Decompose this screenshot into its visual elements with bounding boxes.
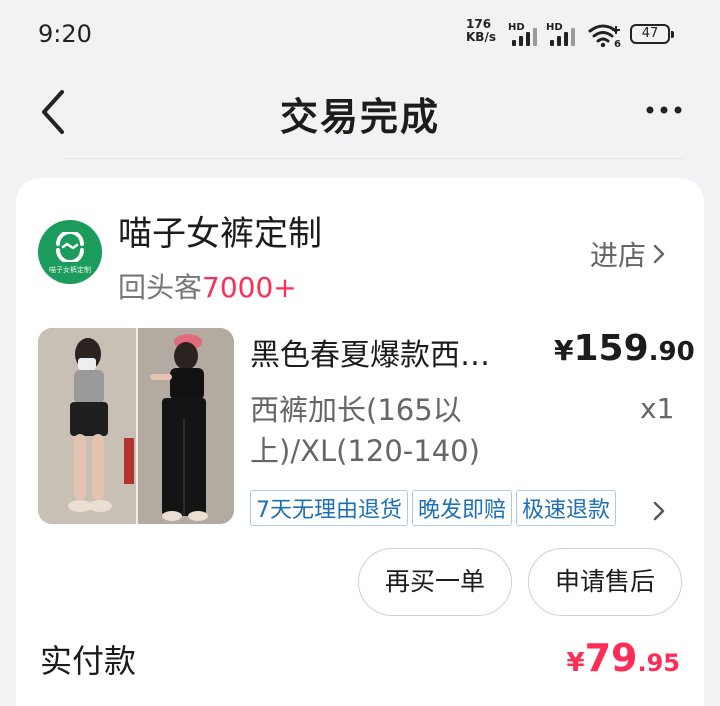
nav-bar: 交易完成 <box>0 66 720 158</box>
after-sale-button[interactable]: 申请售后 <box>528 548 682 616</box>
paid-amount: ¥79.95 <box>567 636 681 680</box>
product-price-integer: 159 <box>573 328 649 369</box>
product-price-decimal: .90 <box>648 337 695 367</box>
shop-logo-mark-icon <box>56 232 84 262</box>
repeat-customers-label: 回头客 <box>118 271 203 304</box>
buy-again-button[interactable]: 再买一单 <box>358 548 512 616</box>
status-bar: 9:20 176 KB/s HD HD 6 47 <box>0 0 720 66</box>
svg-text:6: 6 <box>614 39 621 48</box>
enter-shop-link[interactable]: 进店 <box>590 234 666 274</box>
shop-name[interactable]: 喵子女裤定制 <box>118 206 322 255</box>
shop-logo-text: 喵子女裤定制 <box>49 266 91 274</box>
enter-shop-label: 进店 <box>590 239 647 272</box>
product-image[interactable] <box>38 328 234 524</box>
chevron-right-icon <box>653 501 665 521</box>
product-price-currency: ¥ <box>554 334 574 367</box>
product-quantity: x1 <box>640 392 675 425</box>
order-card: 喵子女裤定制 喵子女裤定制 回头客7000+ 进店 黑色春夏爆款西… ¥159.… <box>16 178 704 706</box>
cell-signal-2-icon: HD <box>546 22 582 46</box>
more-button[interactable] <box>640 94 688 126</box>
service-tag: 7天无理由退货 <box>250 490 408 526</box>
status-time: 9:20 <box>38 20 92 48</box>
service-tag: 晚发即赔 <box>412 490 513 526</box>
repeat-customers-count: 7000+ <box>202 271 297 304</box>
shop-logo[interactable]: 喵子女裤定制 <box>38 220 102 284</box>
product-price: ¥159.90 <box>554 328 695 369</box>
wifi-icon: 6 <box>588 22 622 50</box>
product-title[interactable]: 黑色春夏爆款西… <box>250 330 540 374</box>
battery-icon: 47 <box>630 24 674 44</box>
product-spec: 西裤加长(165以上)/XL(120-140) <box>250 393 480 468</box>
service-tag: 极速退款 <box>516 490 617 526</box>
paid-amount-integer: 79 <box>584 636 638 680</box>
network-speed-unit: KB/s <box>466 30 496 44</box>
service-tags-expand[interactable] <box>652 500 666 526</box>
service-tags: 7天无理由退货 晚发即赔 极速退款 <box>250 490 617 526</box>
paid-amount-label: 实付款 <box>40 642 137 680</box>
repeat-customers: 回头客7000+ <box>118 266 297 306</box>
paid-amount-currency: ¥ <box>566 648 585 678</box>
chevron-right-icon <box>653 244 665 264</box>
cell-signal-1-icon: HD <box>508 22 544 46</box>
paid-amount-decimal: .95 <box>637 649 680 677</box>
page-title: 交易完成 <box>279 95 440 139</box>
network-speed: 176 KB/s <box>466 18 506 44</box>
more-dots-icon <box>646 106 682 114</box>
nav-divider <box>64 158 684 159</box>
